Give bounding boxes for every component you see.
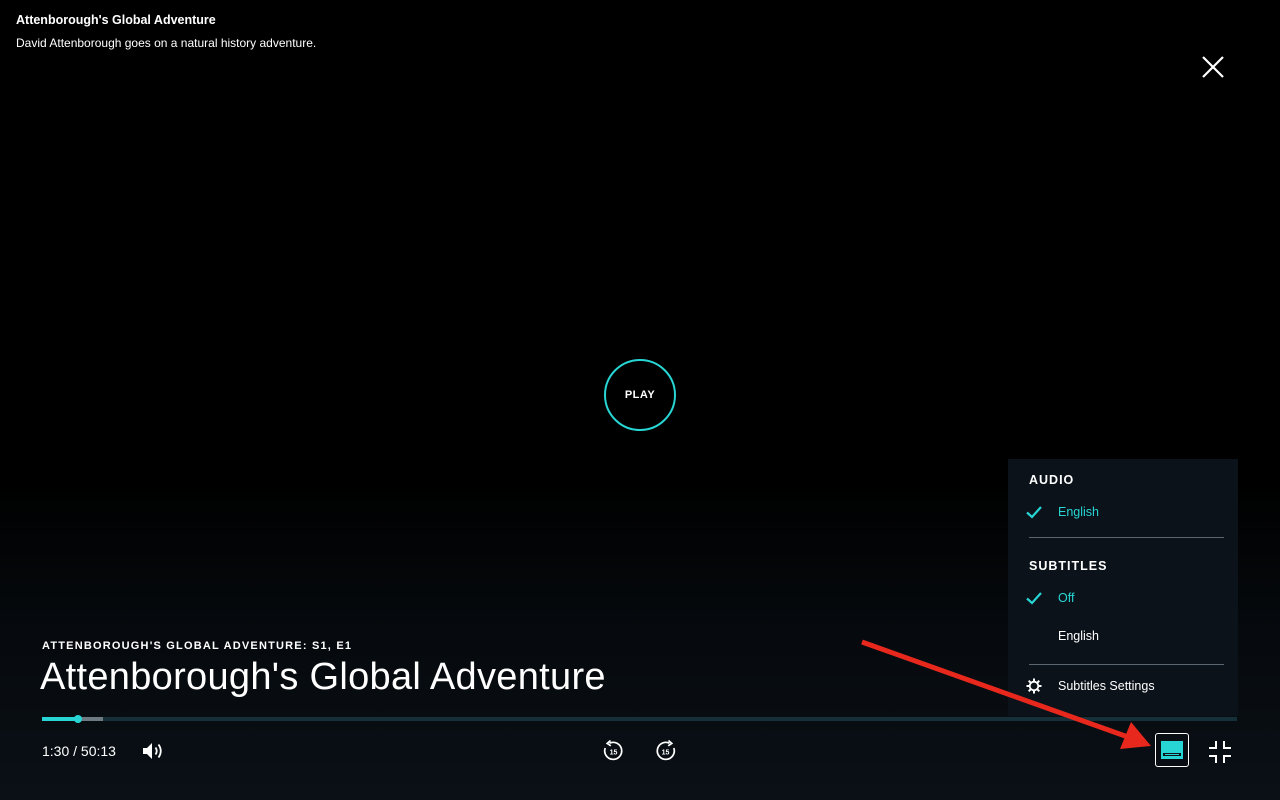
time-display: 1:30 / 50:13 (42, 743, 116, 759)
check-icon (1026, 506, 1042, 519)
rewind-15-button[interactable]: 15 (601, 739, 625, 763)
subtitle-option-off[interactable]: Off (1024, 585, 1224, 611)
progress-played (42, 717, 78, 721)
video-description: David Attenborough goes on a natural his… (16, 36, 317, 50)
audio-option-label: English (1058, 505, 1099, 519)
svg-text:15: 15 (610, 750, 618, 757)
play-button-label: PLAY (624, 389, 656, 401)
subtitles-settings-item[interactable]: Subtitles Settings (1024, 675, 1224, 699)
play-button[interactable]: PLAY (604, 359, 676, 431)
progress-handle[interactable] (73, 715, 82, 723)
episode-label: ATTENBOROUGH'S GLOBAL ADVENTURE: S1, E1 (42, 640, 353, 652)
subtitle-option-english[interactable]: English (1024, 623, 1224, 649)
forward-15-button[interactable]: 15 (654, 739, 678, 763)
progress-bar[interactable] (42, 715, 1237, 723)
subtitles-heading: SUBTITLES (1029, 559, 1108, 573)
menu-divider (1029, 664, 1224, 665)
subtitles-button[interactable] (1155, 733, 1189, 767)
audio-subtitles-menu: AUDIO English SUBTITLES Off English Subt… (1008, 459, 1238, 716)
episode-title: Attenborough's Global Adventure (40, 656, 606, 698)
close-icon (1202, 56, 1224, 78)
audio-option-english[interactable]: English (1024, 499, 1224, 525)
video-info: Attenborough's Global Adventure David At… (16, 13, 316, 50)
gear-icon (1026, 678, 1042, 694)
close-button[interactable] (1196, 50, 1230, 84)
audio-heading: AUDIO (1029, 473, 1075, 487)
check-icon (1026, 592, 1042, 605)
exit-fullscreen-icon (1209, 741, 1231, 763)
video-player: Attenborough's Global Adventure David At… (0, 0, 1280, 800)
volume-button[interactable] (140, 739, 166, 763)
rewind-15-icon: 15 (603, 739, 623, 761)
subtitle-option-label: Off (1058, 591, 1075, 605)
subtitles-settings-label: Subtitles Settings (1058, 679, 1155, 693)
svg-text:15: 15 (662, 750, 670, 757)
volume-icon (143, 743, 162, 759)
video-title: Attenborough's Global Adventure (16, 13, 216, 27)
menu-divider (1029, 537, 1224, 538)
subtitle-option-label: English (1058, 629, 1099, 643)
subtitles-icon (1161, 741, 1183, 759)
exit-fullscreen-button[interactable] (1207, 739, 1233, 765)
forward-15-icon: 15 (656, 739, 676, 761)
